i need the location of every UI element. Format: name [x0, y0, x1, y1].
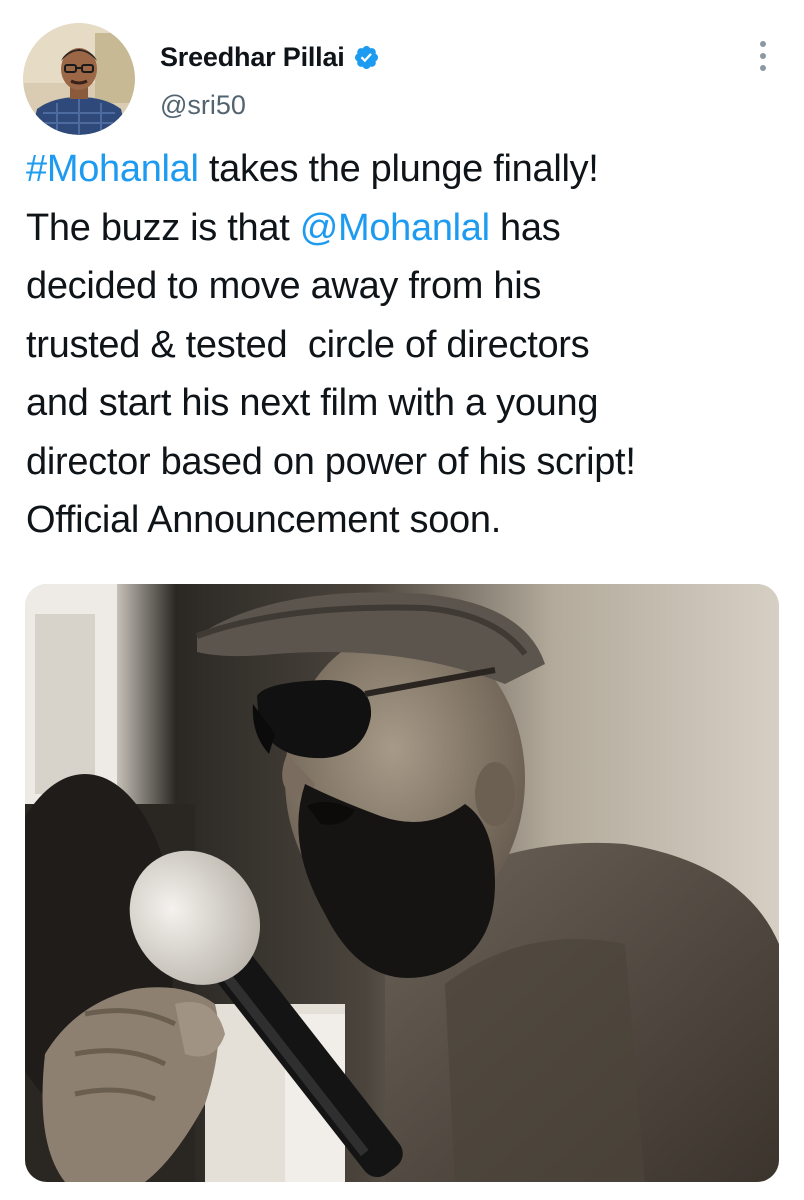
hashtag-link[interactable]: #Mohanlal	[26, 148, 199, 190]
avatar-photo-icon	[23, 23, 135, 135]
mention-link[interactable]: @Mohanlal	[300, 207, 490, 249]
more-options-button[interactable]	[748, 36, 778, 76]
tweet-text-segment: and start his next film with a young	[26, 382, 599, 424]
tweet-text-line: decided to move away from his	[26, 257, 786, 316]
tweet-media-photo[interactable]	[25, 584, 779, 1182]
author-display-name[interactable]: Sreedhar Pillai	[160, 42, 345, 73]
tweet-text-segment: trusted & tested circle of directors	[26, 323, 590, 366]
tweet-text-line: and start his next film with a young	[26, 374, 786, 433]
tweet-text-segment: takes the plunge finally!	[198, 148, 599, 190]
tweet-text-segment: director based on power of his script!	[26, 440, 636, 483]
verified-badge-icon	[353, 44, 380, 71]
author-name-row: Sreedhar Pillai	[160, 40, 380, 74]
author-avatar[interactable]	[23, 23, 135, 135]
tweet-text: #Mohanlal takes the plunge finally! The b…	[26, 140, 786, 550]
photo-man-with-microphone-icon	[25, 584, 779, 1182]
tweet-text-line: director based on power of his script!	[26, 433, 786, 492]
tweet-text-line: #Mohanlal takes the plunge finally!	[26, 140, 786, 199]
tweet-text-segment: The buzz is that	[26, 206, 300, 249]
tweet-text-segment: decided to move away from his	[26, 265, 542, 307]
tweet-text-line: The buzz is that @Mohanlal has	[26, 199, 786, 258]
tweet-text-segment: Official Announcement soon.	[26, 499, 501, 541]
author-block: Sreedhar Pillai @sri50	[160, 40, 380, 121]
author-handle[interactable]: @sri50	[160, 90, 380, 121]
more-vertical-icon	[760, 41, 766, 47]
tweet-text-line: trusted & tested circle of directors	[26, 316, 786, 375]
tweet-card: Sreedhar Pillai @sri50 #Mohanlal takes t…	[0, 0, 804, 1200]
more-vertical-icon-dot	[760, 53, 766, 59]
more-vertical-icon-dot	[760, 65, 766, 71]
tweet-text-line: Official Announcement soon.	[26, 491, 786, 550]
tweet-text-segment: has	[489, 206, 561, 249]
